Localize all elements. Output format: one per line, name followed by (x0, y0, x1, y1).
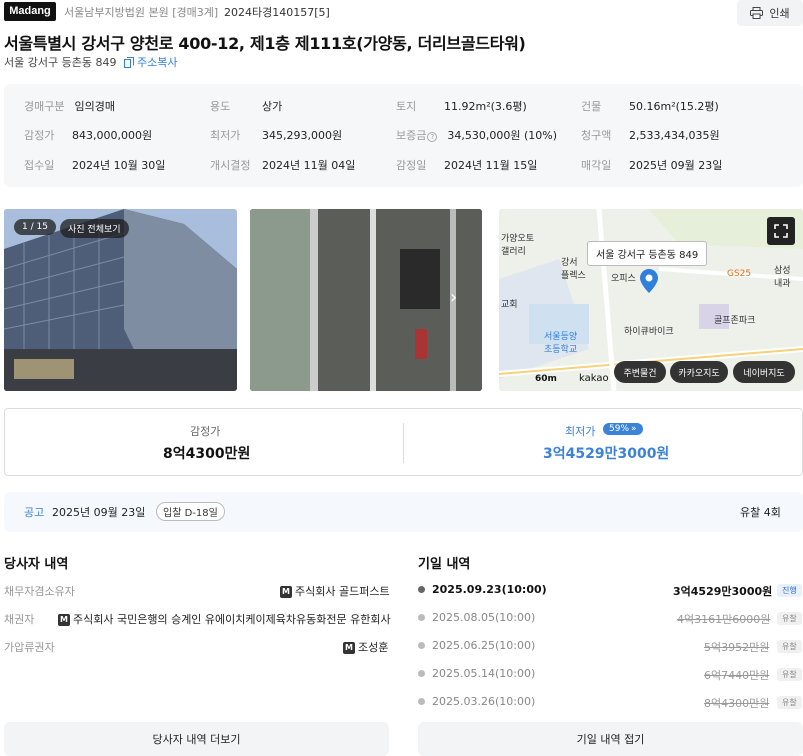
info-appraisal-date: 감정일 2024년 11월 15일 (396, 159, 538, 172)
schedule-title: 기일 내역 (418, 557, 471, 572)
schedule-date: 2025.05.14(10:00) (432, 667, 536, 680)
party-key-attachment: 가압류권자 (4, 641, 55, 654)
building-photo[interactable]: 1 / 15 사진 전체보기 (4, 209, 237, 391)
map-scale: 60m (535, 374, 557, 384)
parties-more-button[interactable]: 당사자 내역 더보기 (4, 722, 389, 756)
info-building: 건물 50.16m²(15.2평) (581, 100, 719, 113)
map-label-school: 서울등양 초등학교 (544, 332, 578, 355)
entrance-illustration (250, 209, 482, 391)
schedule-date: 2025.08.05(10:00) (432, 611, 536, 624)
page-title: 서울특별시 강서구 양천로 400-12, 제1층 제111호(가양동, 더리브… (4, 34, 526, 53)
map-label-gallery: 가양오토 갤러리 (501, 234, 535, 257)
schedule-date: 2025.06.25(10:00) (432, 639, 536, 652)
location-pin-icon (640, 269, 658, 293)
info-start-decision: 개시결정 2024년 11월 04일 (210, 159, 356, 172)
status-badge: 유찰 (777, 612, 802, 625)
info-received: 접수일 2024년 10월 30일 (24, 159, 166, 172)
status-badge: 유찰 (777, 696, 802, 709)
schedule-dot (418, 586, 425, 593)
schedule-dot (418, 642, 425, 649)
status-badge: 진행 (777, 584, 802, 597)
schedule-dot (418, 698, 425, 705)
copy-address-button[interactable]: 주소복사 (124, 54, 177, 70)
print-label: 인쇄 (769, 7, 790, 20)
schedule-price: 3억4529만3000원 (673, 585, 773, 598)
map-label-clinic: 삼성 내과 (774, 266, 791, 289)
case-number: 2024타경140157[5] (224, 6, 330, 19)
appraisal-value: 8억4300만원 (163, 446, 251, 462)
info-auction-type: 경매구분 임의경매 (24, 100, 115, 113)
d-day-badge: 입찰 D-18일 (156, 502, 225, 521)
notice-bar: 공고 2025년 09월 23일 입찰 D-18일 유찰 4회 (4, 492, 803, 532)
kakao-map-button[interactable]: 카카오지도 (670, 361, 728, 383)
copy-icon (124, 56, 134, 68)
info-deposit: 보증금? 34,530,000원 (10%) (396, 129, 558, 142)
chevron-right-icon[interactable]: › (450, 287, 457, 308)
entrance-photo[interactable]: › (250, 209, 482, 391)
photo-all-button[interactable]: 사진 전체보기 (60, 219, 129, 238)
info-min-price: 최저가 345,293,000원 (210, 129, 343, 142)
schedule-dot (418, 670, 425, 677)
chevron-double-down-icon: » (631, 424, 637, 434)
info-sale-date: 매각일 2025년 09월 23일 (581, 159, 723, 172)
party-debtor: M 주식회사 골드퍼스트 (280, 583, 390, 599)
map-tooltip: 서울 강서구 등촌동 849 (587, 241, 708, 266)
status-badge: 유찰 (777, 668, 802, 681)
map-label-plex: 강서 플렉스 (561, 258, 586, 281)
party-key-debtor: 채무자겸소유자 (4, 585, 75, 598)
schedule-dot (418, 614, 425, 621)
schedule-date: 2025.09.23(10:00) (432, 583, 547, 596)
m-icon: M (58, 614, 70, 626)
schedule-fold-button[interactable]: 기일 내역 접기 (418, 722, 803, 756)
naver-map-button[interactable]: 네이버지도 (733, 361, 795, 383)
schedule-price: 6억7440만원 (704, 669, 770, 682)
m-icon: M (280, 586, 292, 598)
info-claim: 청구액 2,533,434,035원 (581, 129, 720, 142)
fail-count: 유찰 4회 (740, 506, 781, 519)
min-price-pct-badge: 59%» (603, 423, 643, 435)
case-info-panel: 경매구분 임의경매 용도 상가 토지 11.92m²(3.6평) 건물 50.16m²(… (4, 84, 803, 187)
parties-title: 당사자 내역 (4, 557, 69, 572)
madang-logo[interactable]: Madang (4, 2, 56, 21)
info-appraisal: 감정가 843,000,000원 (24, 129, 153, 142)
map-label-office: 오피스 (611, 274, 636, 284)
schedule-price: 4억3161만6000원 (677, 613, 771, 626)
map-label-church: 교회 (501, 300, 518, 310)
printer-icon (750, 7, 764, 19)
expand-icon (774, 224, 788, 238)
info-usage: 용도 상가 (210, 100, 283, 113)
status-badge: 유찰 (777, 640, 802, 653)
info-land: 토지 11.92m²(3.6평) (396, 100, 527, 113)
copy-address-label: 주소복사 (137, 56, 178, 69)
fullscreen-button[interactable] (767, 217, 795, 245)
schedule-price: 5억3952만원 (704, 641, 770, 654)
party-attachment: M 조성훈 (343, 639, 388, 655)
notice-date: 2025년 09월 23일 (52, 506, 146, 519)
notice-label: 공고 (24, 506, 45, 519)
price-summary: 감정가 8억4300만원 최저가 59%» 3억4529만3000원 (4, 408, 803, 476)
min-price-label: 최저가 (565, 425, 596, 438)
map-label-gs25: GS25 (727, 269, 752, 279)
appraisal-label: 감정가 (190, 425, 221, 438)
photo-counter: 1 / 15 (14, 219, 56, 235)
min-price-value: 3억4529만3000원 (543, 446, 670, 462)
schedule-date: 2025.03.26(10:00) (432, 695, 536, 708)
schedule-price: 8억4300만원 (704, 697, 770, 710)
nearby-listings-button[interactable]: 주변물건 (614, 361, 666, 383)
m-icon: M (343, 642, 355, 654)
map-label-bike: 하이큐바이크 (624, 327, 674, 337)
divider (403, 423, 404, 463)
party-creditor: M 주식회사 국민은행의 승계인 유에이치케이제육차유동화전문 유한회사 (58, 611, 391, 627)
jibun-address: 서울 강서구 등촌동 849 (4, 56, 117, 69)
print-button[interactable]: 인쇄 (737, 0, 803, 26)
map-label-golf: 골프존파크 (714, 316, 756, 326)
kakao-logo: kakao (579, 373, 609, 384)
help-icon[interactable]: ? (427, 132, 438, 142)
party-key-creditor: 채권자 (4, 613, 35, 626)
court-name: 서울남부지방법원 본원 [경매3계] (64, 6, 219, 19)
